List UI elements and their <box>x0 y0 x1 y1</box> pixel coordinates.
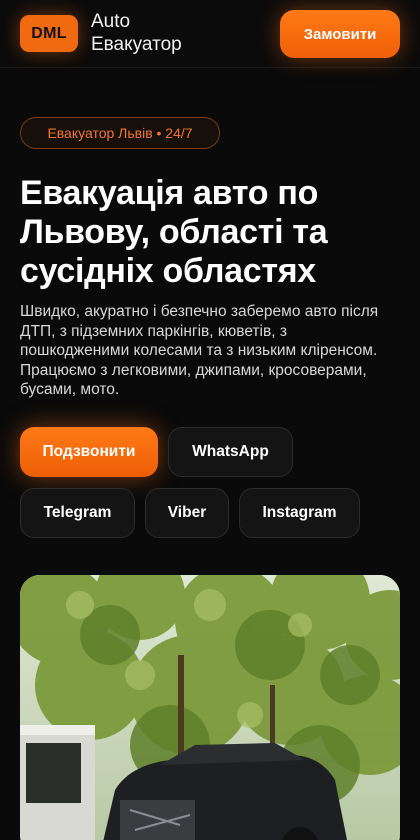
logo-line-1: Auto <box>91 11 131 32</box>
logo-line-2: Евакуатор <box>91 34 182 55</box>
telegram-button[interactable]: Telegram <box>20 488 135 538</box>
hero-title: Евакуація авто по Львову, області та сус… <box>20 174 328 290</box>
whatsapp-button[interactable]: WhatsApp <box>168 427 293 477</box>
service-tag: Евакуатор Львів • 24/7 <box>20 117 220 149</box>
instagram-button[interactable]: Instagram <box>239 488 360 538</box>
hero-description: Швидко, акуратно і безпечно заберемо авт… <box>20 303 379 399</box>
logo-text[interactable]: Auto Евакуатор <box>91 10 182 56</box>
call-button[interactable]: Подзвонити <box>20 427 158 477</box>
tow-truck-photo-illustration <box>20 575 400 840</box>
order-button[interactable]: Замовити <box>280 10 400 58</box>
hero-photo <box>20 575 400 840</box>
logo-badge[interactable]: DML <box>20 15 78 52</box>
viber-button[interactable]: Viber <box>145 488 229 538</box>
site-header: DML Auto Евакуатор Замовити <box>0 0 420 68</box>
